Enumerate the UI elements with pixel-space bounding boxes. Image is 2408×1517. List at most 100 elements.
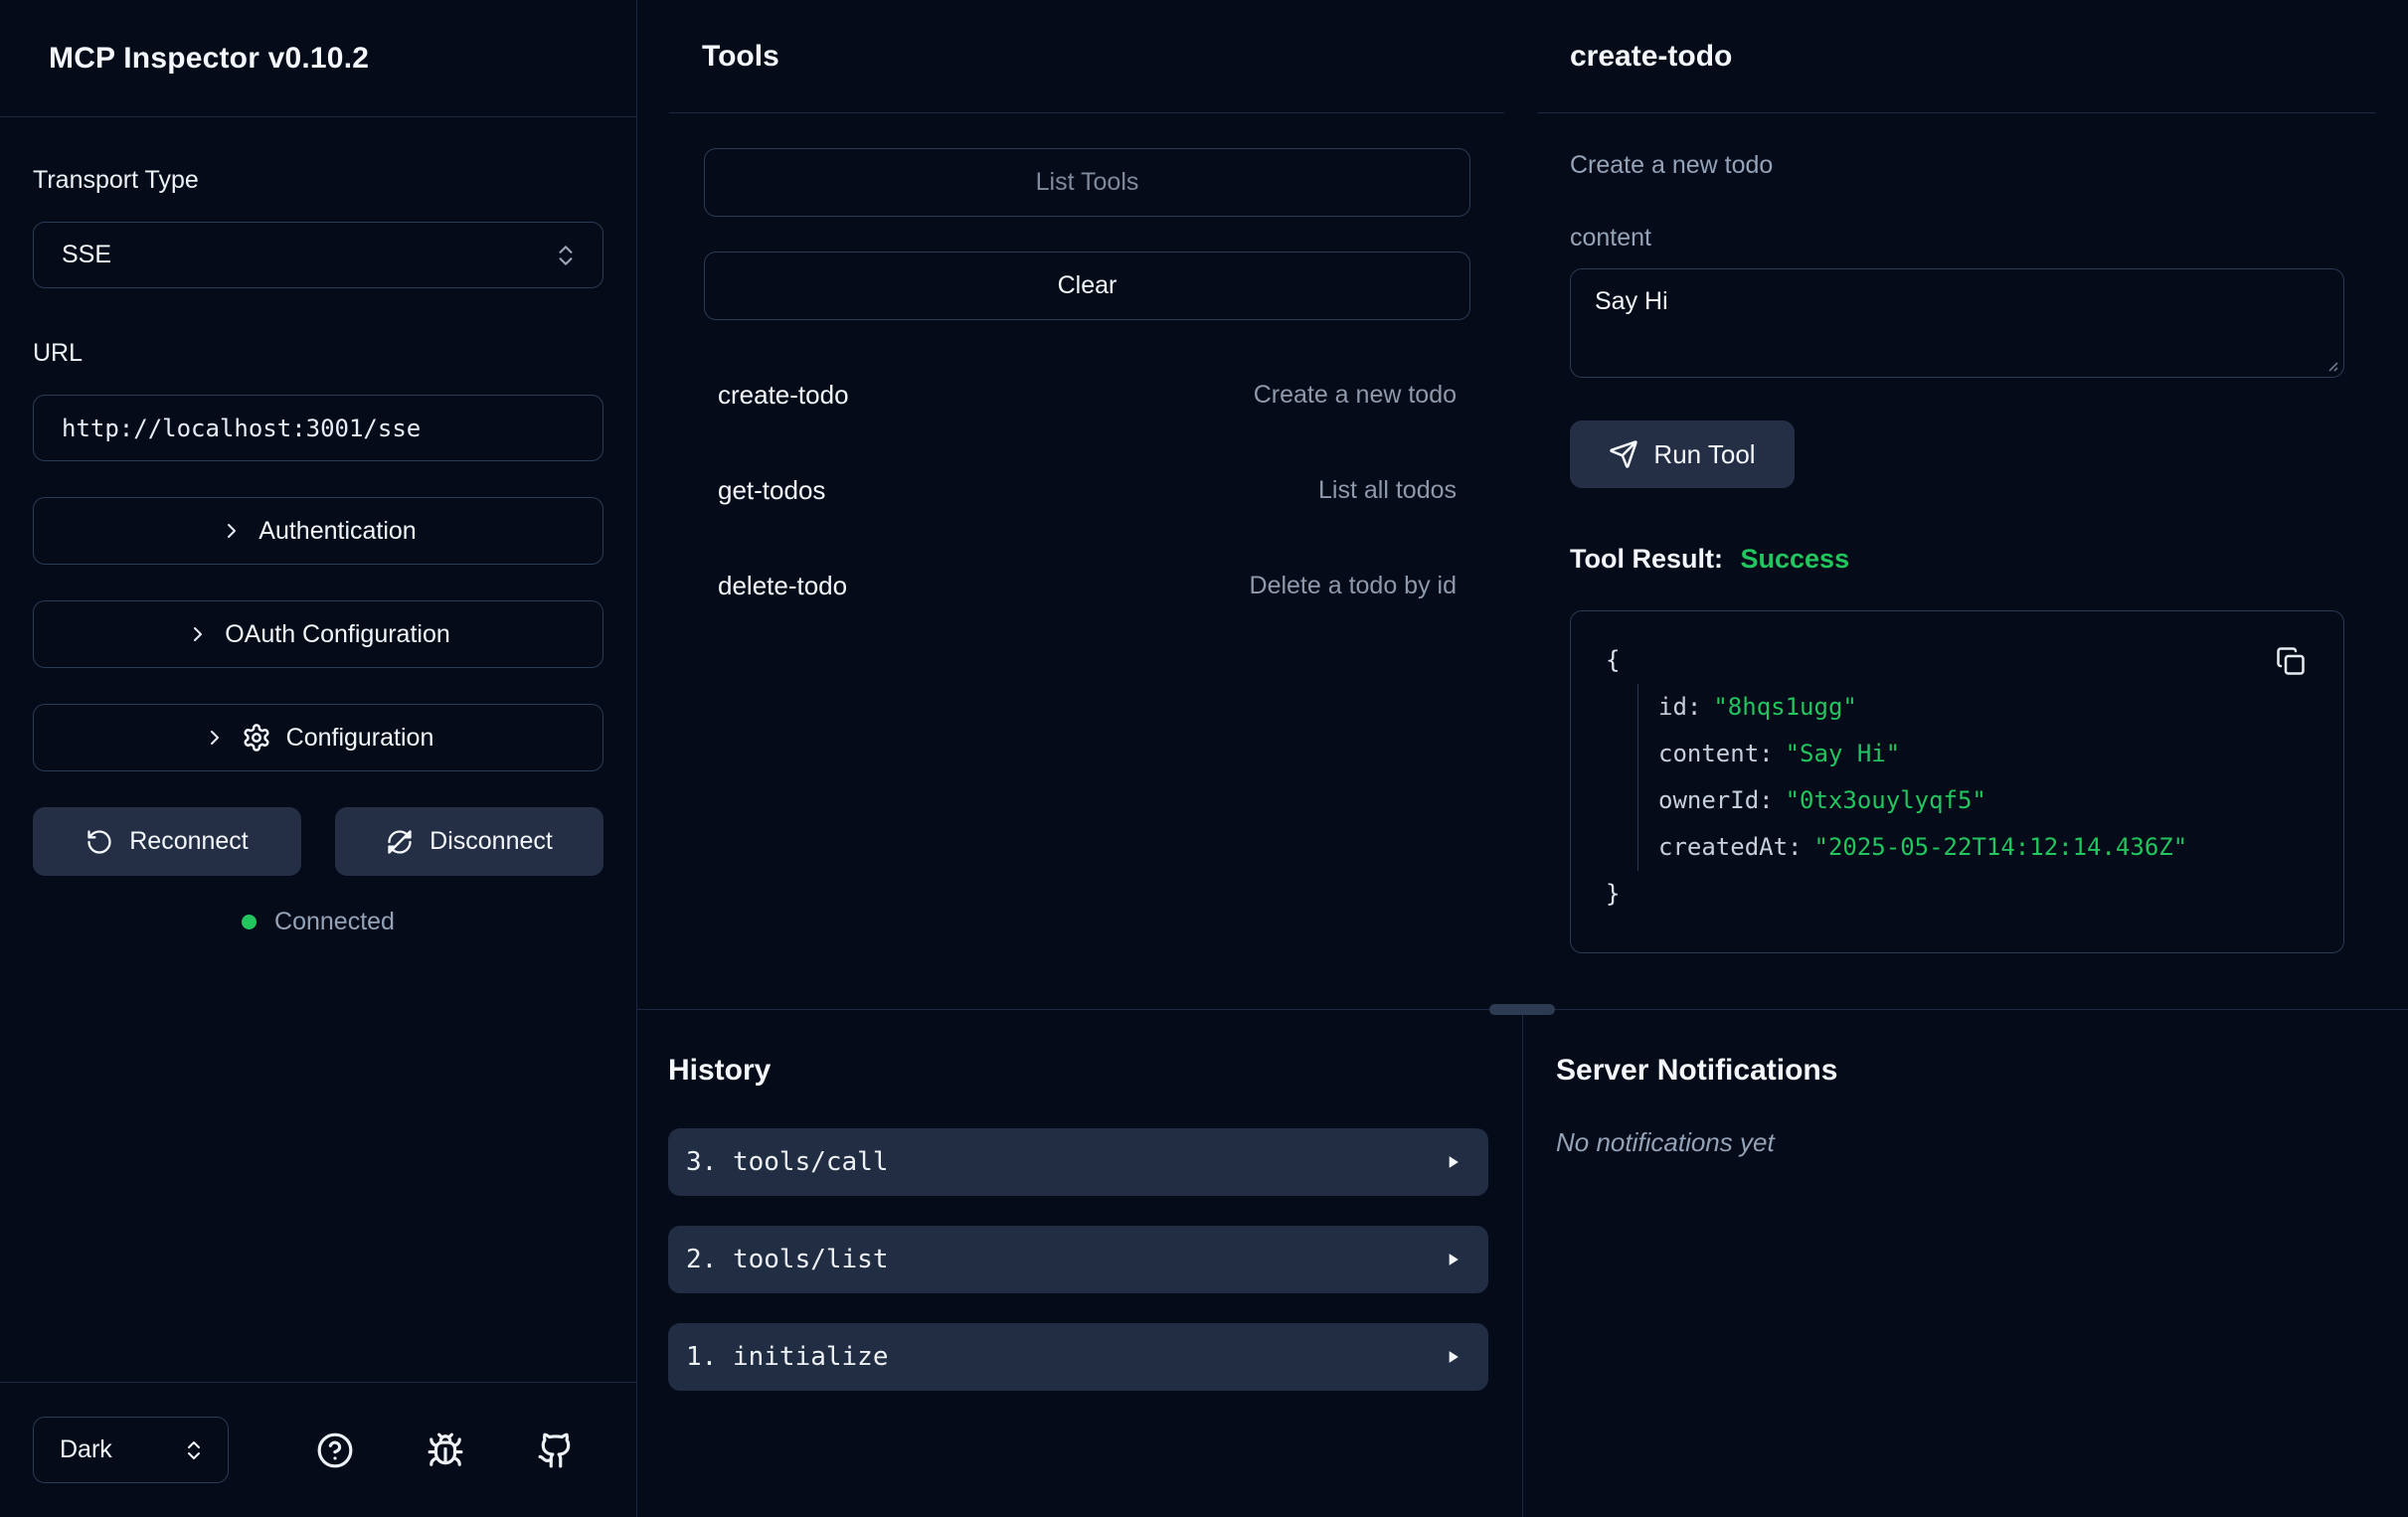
configuration-toggle[interactable]: Configuration [33,704,603,771]
disconnect-button[interactable]: Disconnect [335,807,603,876]
gear-icon [242,723,271,753]
mcp-inspector-app: MCP Inspector v0.10.2 Transport Type SSE… [0,0,2408,1517]
sidebar-footer: Dark [0,1382,636,1517]
clear-tools-button[interactable]: Clear [704,252,1470,320]
tool-name: delete-todo [718,571,847,601]
tool-result-line: Tool Result: Success [1570,544,2344,575]
tool-detail-description: Create a new todo [1570,151,2344,180]
rotate-ccw-icon [86,828,113,856]
theme-select[interactable]: Dark [33,1417,229,1483]
content-field-wrap: Say Hi [1570,268,2344,383]
tool-result-label: Tool Result: [1570,544,1723,574]
tools-body: List Tools Clear create-todo Create a ne… [637,113,1522,633]
top-row: Tools List Tools Clear create-todo Creat… [637,0,2408,1010]
tool-detail-title: create-todo [1570,40,1732,74]
json-entry: ownerId:"0tx3ouylyqf5" [1658,777,2343,824]
json-key: ownerId: [1658,786,1774,814]
content-field-label: content [1570,224,2344,253]
json-key: createdAt: [1658,833,1803,861]
expand-play-icon [1443,1347,1462,1367]
url-input[interactable]: http://localhost:3001/sse [33,395,603,461]
history-item-label: 2. tools/list [686,1245,889,1274]
main-area: Tools List Tools Clear create-todo Creat… [637,0,2408,1517]
tool-name: get-todos [718,475,825,506]
bottom-row: History 3. tools/call 2. tools/list [637,1010,2408,1517]
history-panel: History 3. tools/call 2. tools/list [637,1010,1522,1517]
sidebar-header: MCP Inspector v0.10.2 [0,0,636,117]
sidebar: MCP Inspector v0.10.2 Transport Type SSE… [0,0,637,1517]
url-value: http://localhost:3001/sse [62,415,421,442]
content-field[interactable]: Say Hi [1570,268,2344,378]
json-close-brace: } [1606,871,2343,918]
github-icon [537,1432,575,1469]
tools-list: create-todo Create a new todo get-todos … [704,347,1470,633]
transport-type-label: Transport Type [33,164,603,196]
chevrons-up-down-icon [553,243,579,268]
tools-panel-title: Tools [702,40,779,74]
copy-result-button[interactable] [2276,645,2308,677]
json-entry: content: "Say Hi" [1658,731,2343,777]
chevron-right-icon [186,622,210,646]
transport-type-select[interactable]: SSE [33,222,603,288]
history-item-tools-call[interactable]: 3. tools/call [668,1128,1488,1196]
history-list: 3. tools/call 2. tools/list 1. initializ… [668,1128,1488,1391]
tools-panel-header: Tools [637,0,1522,112]
history-item-initialize[interactable]: 1. initialize [668,1323,1488,1391]
disconnect-label: Disconnect [430,827,553,856]
history-item-label: 3. tools/call [686,1147,889,1177]
copy-icon [2276,646,2308,676]
report-bug-button[interactable] [426,1431,465,1470]
resize-grip-icon[interactable] [2323,357,2339,373]
chevrons-up-down-icon [182,1438,206,1462]
chevron-right-icon [203,726,227,750]
tool-row-create-todo[interactable]: create-todo Create a new todo [718,347,1457,442]
connection-status: Connected [33,908,603,936]
json-key: id: [1658,693,1701,721]
json-value: "2025-05-22T14:12:14.436Z" [1814,833,2188,861]
tool-detail-header: create-todo [1522,0,2408,112]
tool-result-json: { id:"8hqs1ugg" content:"Say Hi" ownerId… [1570,610,2344,953]
url-label: URL [33,337,603,369]
panel-resize-handle[interactable] [1489,1004,1555,1015]
json-entries: id:"8hqs1ugg" content:"Say Hi" ownerId:"… [1637,684,2343,871]
tools-panel: Tools List Tools Clear create-todo Creat… [637,0,1522,1009]
json-entry: id: "8hqs1ugg" [1658,684,2343,731]
reconnect-button[interactable]: Reconnect [33,807,301,876]
history-item-tools-list[interactable]: 2. tools/list [668,1226,1488,1293]
tool-detail-panel: create-todo Create a new todo content Sa… [1522,0,2408,1009]
tool-description: Delete a todo by id [1250,572,1457,600]
json-value: "Say Hi" [1786,740,1901,767]
tool-description: List all todos [1318,476,1457,505]
connected-dot-icon [242,915,257,929]
footer-icons [315,1431,576,1470]
reconnect-label: Reconnect [129,827,249,856]
refresh-off-icon [386,828,414,856]
chevron-right-icon [220,519,244,543]
list-tools-button[interactable]: List Tools [704,148,1470,217]
tool-detail-body: Create a new todo content Say Hi Run Too… [1522,113,2408,953]
run-tool-label: Run Tool [1653,439,1755,470]
oauth-configuration-toggle[interactable]: OAuth Configuration [33,600,603,668]
tool-description: Create a new todo [1254,381,1457,410]
sidebar-body: Transport Type SSE URL http://localhost:… [0,117,636,1382]
send-icon [1609,439,1638,469]
tool-result-status: Success [1741,544,1850,574]
authentication-toggle[interactable]: Authentication [33,497,603,565]
tool-row-get-todos[interactable]: get-todos List all todos [718,442,1457,538]
transport-type-value: SSE [62,241,111,269]
server-notifications-title: Server Notifications [1556,1050,2408,1092]
github-button[interactable] [536,1431,576,1470]
history-item-label: 1. initialize [686,1342,889,1372]
help-button[interactable] [315,1431,355,1470]
history-title: History [668,1050,1488,1092]
bug-icon [427,1432,464,1469]
no-notifications-message: No notifications yet [1556,1127,2408,1158]
run-tool-button[interactable]: Run Tool [1570,421,1795,488]
connection-status-label: Connected [274,908,395,936]
app-title: MCP Inspector v0.10.2 [49,42,369,76]
json-key: content: [1658,740,1774,767]
circle-help-icon [316,1432,354,1469]
json-value: "8hqs1ugg" [1713,693,1857,721]
tool-row-delete-todo[interactable]: delete-todo Delete a todo by id [718,538,1457,633]
json-entry: createdAt: "2025-05-22T14:12:14.436Z" [1658,824,2343,871]
